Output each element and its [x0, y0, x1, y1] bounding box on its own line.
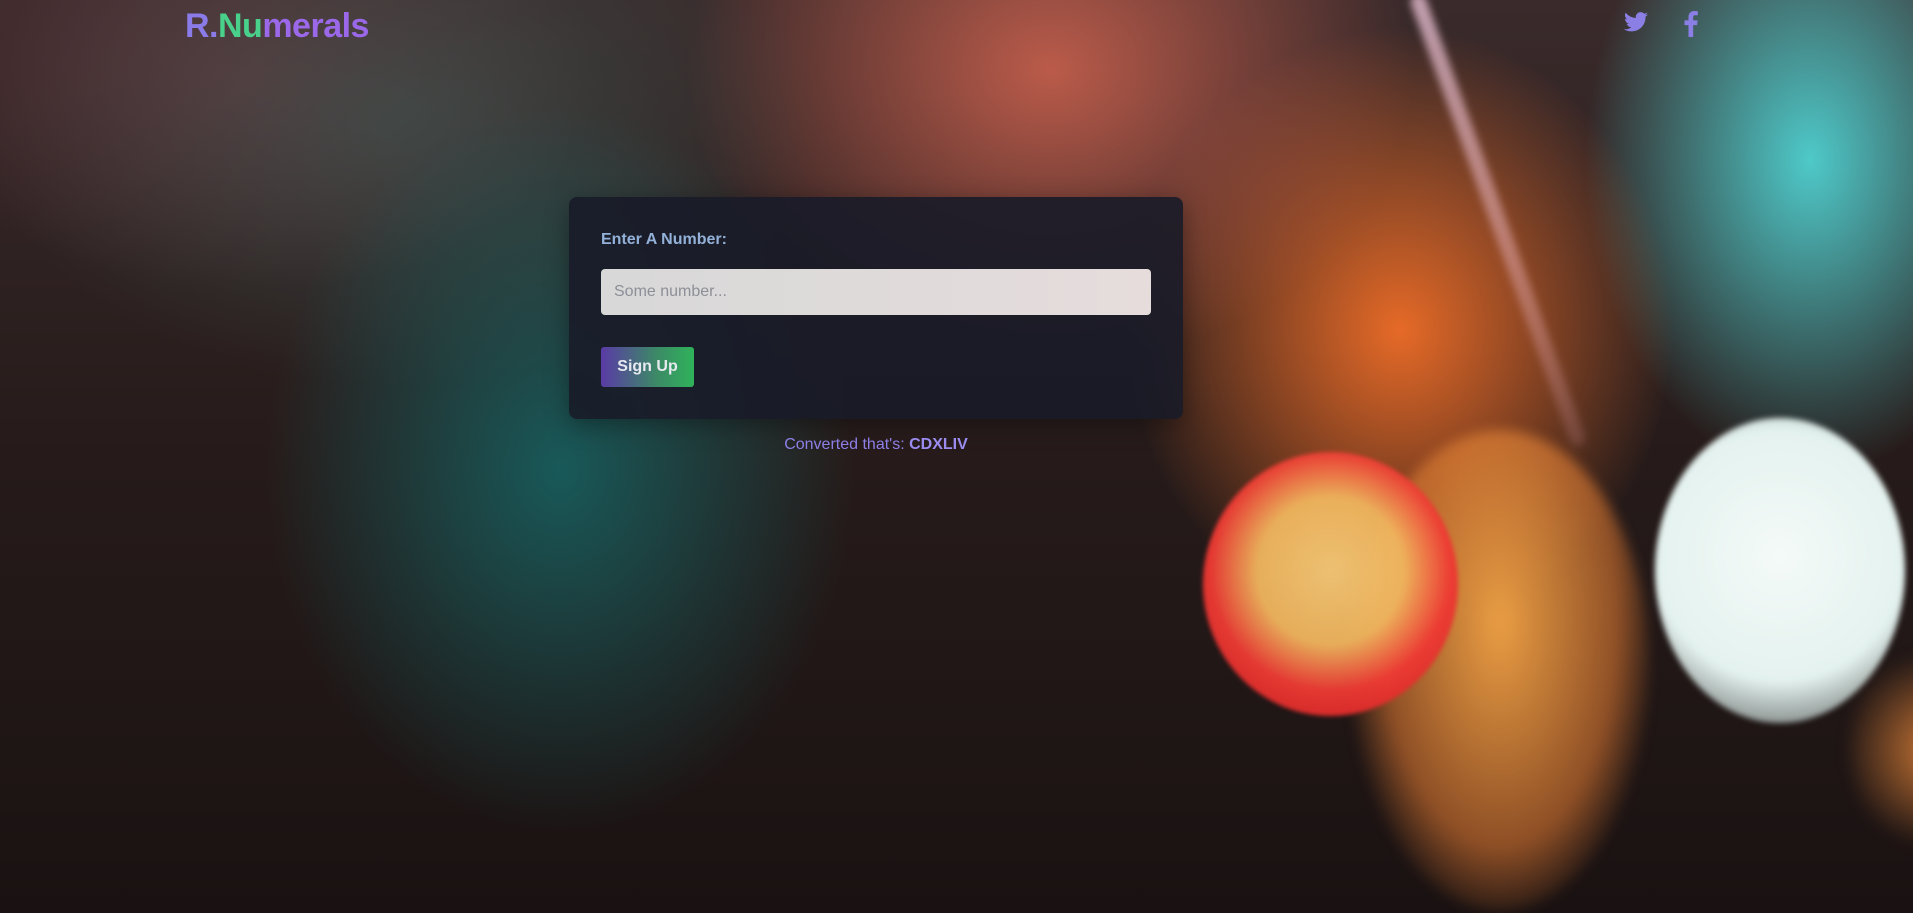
twitter-icon	[1624, 11, 1648, 33]
site-logo[interactable]: R.Numerals	[185, 6, 369, 46]
logo-part-3: merals	[262, 7, 369, 45]
conversion-result: Converted that's: CDXLIV	[0, 436, 1752, 454]
site-header: R.Numerals	[0, 0, 1913, 50]
twitter-link[interactable]	[1624, 11, 1648, 33]
bokeh-red	[1203, 452, 1458, 716]
logo-part-1: R.	[185, 7, 219, 45]
logo-part-2: Nu	[218, 7, 263, 45]
facebook-icon	[1684, 11, 1698, 37]
result-prefix: Converted that's:	[784, 436, 910, 453]
sign-up-button[interactable]: Sign Up	[601, 347, 694, 387]
number-label: Enter A Number:	[601, 231, 727, 248]
converter-card: Enter A Number: Sign Up	[569, 197, 1183, 419]
roman-numeral-value: CDXLIV	[909, 436, 968, 453]
bokeh-white	[1655, 418, 1905, 723]
light-streak	[1408, 0, 1588, 449]
number-input[interactable]	[601, 269, 1151, 315]
facebook-link[interactable]	[1684, 11, 1698, 37]
background-image	[0, 0, 1913, 913]
